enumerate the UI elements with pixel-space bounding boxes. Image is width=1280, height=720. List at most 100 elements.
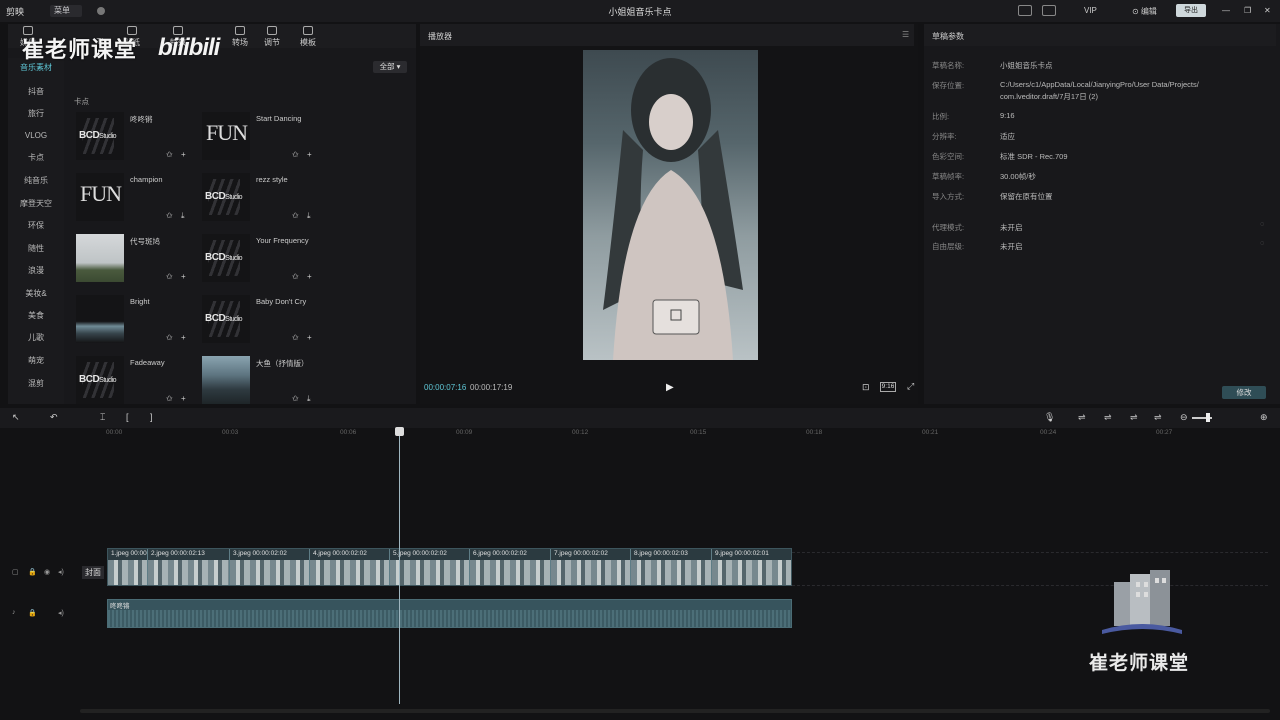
undo-icon[interactable]: ↶: [50, 412, 58, 423]
account-button[interactable]: ⊙ 编辑: [1132, 6, 1157, 17]
favorite-icon[interactable]: ✩: [292, 394, 299, 403]
menu-icon[interactable]: ☰: [902, 30, 909, 39]
maximize-icon[interactable]: ❐: [1244, 6, 1251, 15]
favorite-icon[interactable]: ✩: [292, 150, 299, 159]
zoom-handle[interactable]: [1206, 413, 1210, 422]
video-clip[interactable]: 3.jpeg 00:00:02:02: [230, 549, 310, 585]
video-clip[interactable]: 1.jpeg 00:00: [108, 549, 148, 585]
favorite-icon[interactable]: ✩: [166, 333, 173, 342]
add-icon[interactable]: +: [181, 394, 186, 403]
help-icon[interactable]: ◌: [1260, 240, 1264, 247]
playhead-handle[interactable]: [395, 427, 404, 436]
track-lock-icon[interactable]: 🔒: [28, 609, 37, 617]
music-card[interactable]: BCDStudio 咚咚锵 ✩ +: [76, 112, 200, 168]
nav-item[interactable]: 纯音乐: [8, 171, 64, 191]
favorite-icon[interactable]: ✩: [166, 150, 173, 159]
filter-dropdown[interactable]: 全部 ▾: [373, 61, 407, 73]
video-clip[interactable]: 4.jpeg 00:00:02:02: [310, 549, 390, 585]
favorite-icon[interactable]: ✩: [292, 211, 299, 220]
add-icon[interactable]: +: [307, 333, 312, 342]
select-tool-icon[interactable]: ↖: [12, 412, 20, 423]
nav-item[interactable]: 摩登天空: [8, 194, 64, 214]
play-button[interactable]: ▶: [666, 382, 674, 393]
download-icon[interactable]: ⤓: [307, 394, 311, 404]
download-icon[interactable]: ⤓: [181, 211, 185, 221]
nav-item[interactable]: 萌宠: [8, 351, 64, 371]
nav-item[interactable]: 混剪: [8, 374, 64, 394]
video-clip[interactable]: 6.jpeg 00:00:02:02: [470, 549, 551, 585]
favorite-icon[interactable]: ✩: [166, 394, 173, 403]
music-card[interactable]: BCDStudio Your Frequency ✩ +: [202, 234, 326, 290]
music-card[interactable]: BCDStudio rezz style ✩ ⤓: [202, 173, 326, 229]
edit-button[interactable]: 修改: [1222, 386, 1266, 399]
cover-button[interactable]: 封面: [82, 566, 104, 579]
nav-item[interactable]: 浪漫: [8, 261, 64, 281]
nav-item[interactable]: 抖音: [8, 82, 64, 102]
nav-item[interactable]: 儿歌: [8, 328, 64, 348]
track-mute-icon[interactable]: ◂): [58, 568, 64, 576]
video-clip[interactable]: 8.jpeg 00:00:02:03: [631, 549, 712, 585]
nav-item[interactable]: 环保: [8, 216, 64, 236]
add-icon[interactable]: +: [307, 150, 312, 159]
nav-item[interactable]: 美妆&: [8, 284, 64, 304]
track-mute-icon[interactable]: ◂): [58, 609, 64, 617]
music-card[interactable]: 代号斑鸠 ✩ +: [76, 234, 200, 290]
video-clip[interactable]: 2.jpeg 00:00:02:13: [148, 549, 230, 585]
close-icon[interactable]: ✕: [1264, 6, 1271, 15]
link-icon[interactable]: ⇌: [1078, 412, 1086, 423]
music-card[interactable]: BCDStudio Fadeaway ✩ +: [76, 356, 200, 412]
snap-icon[interactable]: ⇌: [1104, 412, 1112, 423]
add-icon[interactable]: +: [181, 272, 186, 281]
preview-axis-icon[interactable]: ⇌: [1130, 412, 1138, 423]
trim-left-icon[interactable]: [: [126, 412, 129, 422]
export-button[interactable]: 导出: [1176, 4, 1206, 17]
help-icon[interactable]: ◌: [1260, 221, 1264, 228]
screen-icon[interactable]: [1018, 5, 1032, 16]
nav-item[interactable]: 美食: [8, 306, 64, 326]
add-icon[interactable]: +: [181, 333, 186, 342]
nav-item[interactable]: 随性: [8, 239, 64, 259]
magnet-icon[interactable]: ⇌: [1154, 412, 1162, 423]
layout-icon[interactable]: [1042, 5, 1056, 16]
video-clip[interactable]: 5.jpeg 00:00:02:02: [390, 549, 470, 585]
menu-button[interactable]: 菜单: [50, 5, 82, 17]
minimize-icon[interactable]: —: [1222, 6, 1230, 15]
music-card[interactable]: FUN champion ✩ ⤓: [76, 173, 200, 229]
music-card[interactable]: 大鱼（抒情版） ✩ ⤓: [202, 356, 326, 412]
music-card[interactable]: Bright ✩ +: [76, 295, 200, 351]
fullscreen-icon[interactable]: ⤢: [907, 381, 914, 392]
nav-item[interactable]: 卡点: [8, 148, 64, 168]
screenshot-icon[interactable]: ⊡: [862, 382, 870, 393]
tool-adjust[interactable]: 调节: [252, 26, 292, 48]
track-visible-icon[interactable]: ◉: [44, 568, 50, 576]
track-lock-icon[interactable]: 🔒: [28, 568, 37, 576]
split-icon[interactable]: ⌶: [100, 412, 105, 423]
nav-item[interactable]: 旅行: [8, 104, 64, 124]
param-label: 比例:: [932, 112, 950, 121]
tool-template[interactable]: 模板: [288, 26, 328, 48]
ratio-button[interactable]: 9:16: [880, 382, 896, 392]
video-clip[interactable]: 7.jpeg 00:00:02:02: [551, 549, 631, 585]
favorite-icon[interactable]: ✩: [166, 211, 173, 220]
music-card[interactable]: BCDStudio Baby Don't Cry ✩ +: [202, 295, 326, 351]
zoom-in-icon[interactable]: ⊕: [1260, 412, 1268, 423]
ruler-tick: 00:00: [106, 429, 123, 436]
favorite-icon[interactable]: ✩: [166, 272, 173, 281]
video-clip[interactable]: 9.jpeg 00:00:02:01: [712, 549, 791, 585]
add-icon[interactable]: +: [181, 150, 186, 159]
microphone-icon[interactable]: 🎙: [1044, 412, 1055, 423]
trim-right-icon[interactable]: ]: [150, 412, 153, 422]
favorite-icon[interactable]: ✩: [292, 333, 299, 342]
watermark-bottom-text: 崔老师课堂: [1089, 653, 1190, 674]
favorite-icon[interactable]: ✩: [292, 272, 299, 281]
music-card[interactable]: FUN Start Dancing ✩ +: [202, 112, 326, 168]
zoom-out-icon[interactable]: ⊖: [1180, 412, 1188, 423]
download-icon[interactable]: ⤓: [307, 211, 311, 221]
vip-badge[interactable]: VIP: [1084, 6, 1097, 15]
timeline-scrollbar[interactable]: [80, 709, 1270, 713]
add-icon[interactable]: +: [307, 272, 312, 281]
playhead[interactable]: [399, 428, 400, 704]
nav-item[interactable]: VLOG: [8, 126, 64, 146]
music-title: Baby Don't Cry: [256, 297, 307, 306]
track-lock-icon[interactable]: ▢: [12, 568, 19, 576]
